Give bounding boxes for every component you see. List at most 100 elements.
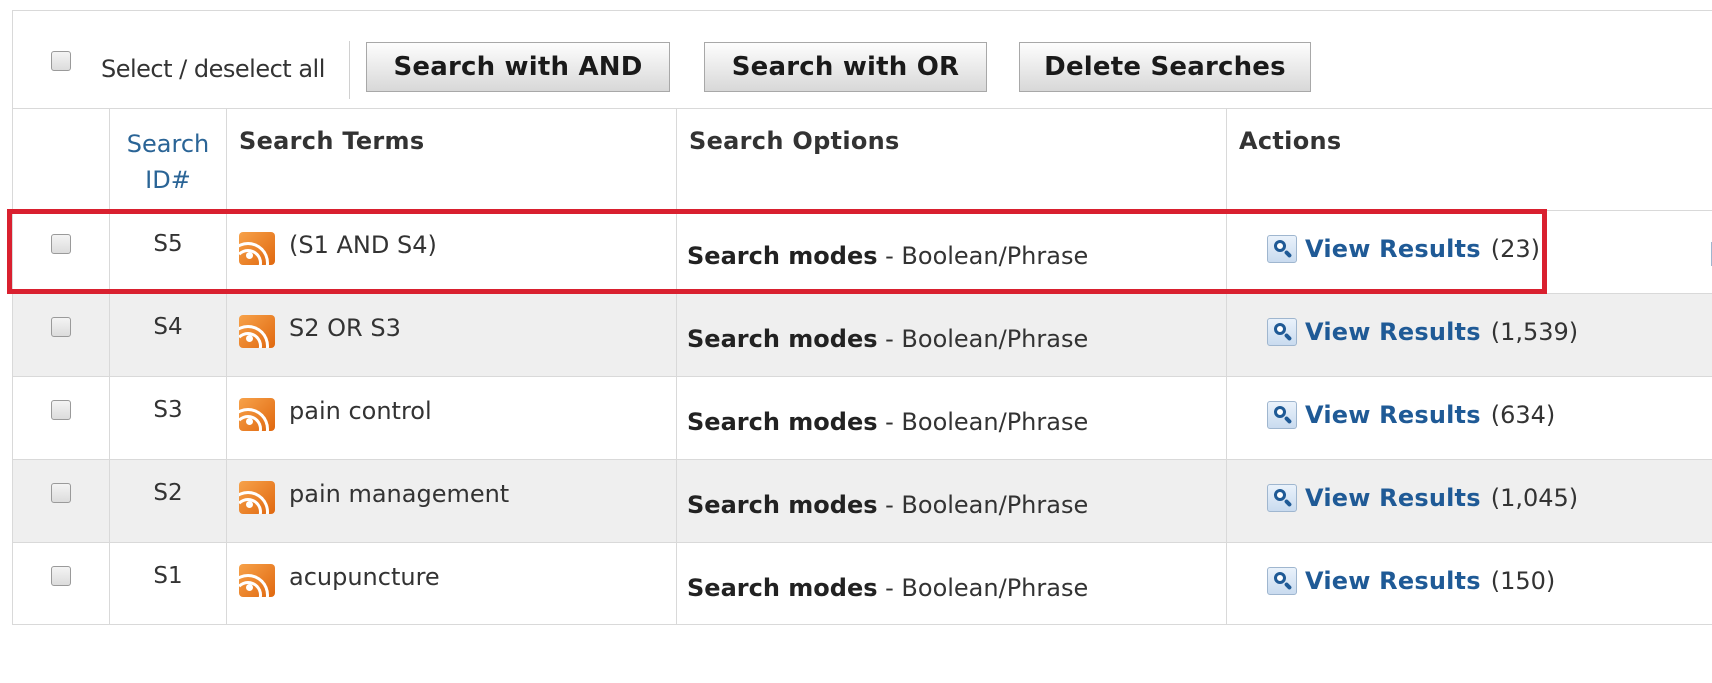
view-results-action: View Results (634) [1267, 401, 1555, 429]
column-header-search-terms: Search Terms [239, 127, 425, 155]
search-options-cell: Search modes - Boolean/Phrase [677, 211, 1227, 293]
search-terms: pain management [289, 480, 510, 508]
rss-icon[interactable] [239, 481, 275, 514]
result-count: (150) [1490, 567, 1556, 595]
search-id-cell: S3 [110, 377, 227, 459]
checkbox-icon[interactable] [51, 317, 71, 337]
table-row: S3 pain control Search modes - Boolean/P… [12, 376, 1712, 459]
search-modes-label: Search modes [687, 408, 878, 436]
search-options-cell: Search modes - Boolean/Phrase [677, 377, 1227, 459]
view-results-link[interactable]: View Results [1305, 318, 1481, 346]
search-modes-value: - Boolean/Phrase [877, 325, 1089, 353]
magnifier-icon[interactable] [1267, 567, 1297, 595]
search-terms-cell: (S1 AND S4) [227, 211, 677, 293]
column-header-search-options: Search Options [689, 127, 900, 155]
checkbox-icon[interactable] [51, 234, 71, 254]
row-checkbox[interactable] [51, 566, 71, 590]
rss-icon[interactable] [239, 232, 275, 265]
magnifier-icon[interactable] [1267, 235, 1297, 263]
actions-cell: View Results (1,539) [1227, 294, 1712, 376]
view-results-action: View Results (150) [1267, 567, 1555, 595]
search-with-or-button[interactable]: Search with OR [704, 42, 987, 92]
row-checkbox-cell [13, 211, 110, 293]
row-checkbox[interactable] [51, 317, 71, 341]
row-checkbox[interactable] [51, 483, 71, 507]
table-row: S1 acupuncture Search modes - Boolean/Ph… [12, 542, 1712, 625]
result-count: (1,045) [1490, 484, 1579, 512]
magnifier-icon[interactable] [1267, 484, 1297, 512]
rss-icon[interactable] [239, 398, 275, 431]
table-row: S5 (S1 AND S4) Search modes - Boolean/Ph… [12, 210, 1712, 293]
toolbar-divider [349, 41, 350, 99]
header-id-cell: Search ID# [110, 109, 227, 210]
search-options: Search modes - Boolean/Phrase [687, 242, 1088, 270]
view-results-link[interactable]: View Results [1305, 235, 1481, 263]
search-options-cell: Search modes - Boolean/Phrase [677, 543, 1227, 624]
header-checkbox-cell [13, 109, 110, 210]
actions-cell: View Results (634) [1227, 377, 1712, 459]
table-row: S4 S2 OR S3 Search modes - Boolean/Phras… [12, 293, 1712, 376]
select-all-checkbox[interactable] [51, 51, 71, 71]
view-results-action: View Results (1,045) [1267, 484, 1578, 512]
search-with-and-button[interactable]: Search with AND [366, 42, 670, 92]
search-terms: acupuncture [289, 563, 440, 591]
search-id: S1 [153, 563, 183, 589]
column-header-search-id[interactable]: Search ID# [110, 126, 226, 198]
search-id-cell: S1 [110, 543, 227, 624]
search-modes-value: - Boolean/Phrase [877, 574, 1089, 602]
search-id-cell: S5 [110, 211, 227, 293]
row-checkbox-cell [13, 294, 110, 376]
search-terms-cell: acupuncture [227, 543, 677, 624]
row-checkbox-cell [13, 377, 110, 459]
view-results-action: View Results (23) [1267, 235, 1540, 263]
rss-icon[interactable] [239, 564, 275, 597]
delete-searches-button[interactable]: Delete Searches [1019, 42, 1311, 92]
search-id: S2 [153, 480, 183, 506]
checkbox-icon[interactable] [51, 51, 71, 71]
search-id-cell: S2 [110, 460, 227, 542]
search-terms: pain control [289, 397, 432, 425]
actions-cell: View Results (150) [1227, 543, 1712, 624]
search-options: Search modes - Boolean/Phrase [687, 325, 1088, 353]
view-results-link[interactable]: View Results [1305, 401, 1481, 429]
checkbox-icon[interactable] [51, 483, 71, 503]
header-options-cell: Search Options [677, 109, 1227, 210]
checkbox-icon[interactable] [51, 400, 71, 420]
search-terms-cell: S2 OR S3 [227, 294, 677, 376]
view-results-action: View Results (1,539) [1267, 318, 1578, 346]
search-options: Search modes - Boolean/Phrase [687, 408, 1088, 436]
result-count: (1,539) [1490, 318, 1579, 346]
search-id: S5 [153, 231, 183, 257]
result-count: (23) [1490, 235, 1540, 263]
search-modes-label: Search modes [687, 325, 878, 353]
header-actions-cell: Actions [1227, 109, 1712, 210]
search-id-cell: S4 [110, 294, 227, 376]
row-checkbox-cell [13, 543, 110, 624]
checkbox-icon[interactable] [51, 566, 71, 586]
row-checkbox[interactable] [51, 234, 71, 258]
search-options: Search modes - Boolean/Phrase [687, 491, 1088, 519]
rss-icon[interactable] [239, 315, 275, 348]
search-options-cell: Search modes - Boolean/Phrase [677, 460, 1227, 542]
search-id: S4 [153, 314, 183, 340]
search-id: S3 [153, 397, 183, 423]
row-checkbox[interactable] [51, 400, 71, 424]
search-options: Search modes - Boolean/Phrase [687, 574, 1088, 602]
actions-cell: View Results (1,045) [1227, 460, 1712, 542]
table-row: S2 pain management Search modes - Boolea… [12, 459, 1712, 542]
view-results-link[interactable]: View Results [1305, 567, 1481, 595]
toolbar: Select / deselect all Search with AND Se… [12, 10, 1712, 109]
select-all-label[interactable]: Select / deselect all [101, 55, 325, 83]
search-modes-value: - Boolean/Phrase [877, 491, 1089, 519]
search-modes-label: Search modes [687, 574, 878, 602]
view-results-link[interactable]: View Results [1305, 484, 1481, 512]
search-modes-label: Search modes [687, 491, 878, 519]
row-checkbox-cell [13, 460, 110, 542]
magnifier-icon[interactable] [1267, 318, 1297, 346]
search-options-cell: Search modes - Boolean/Phrase [677, 294, 1227, 376]
search-modes-value: - Boolean/Phrase [877, 242, 1089, 270]
magnifier-icon[interactable] [1267, 401, 1297, 429]
result-count: (634) [1490, 401, 1556, 429]
table-header: Search ID# Search Terms Search Options A… [12, 108, 1712, 210]
column-header-actions: Actions [1239, 127, 1342, 155]
